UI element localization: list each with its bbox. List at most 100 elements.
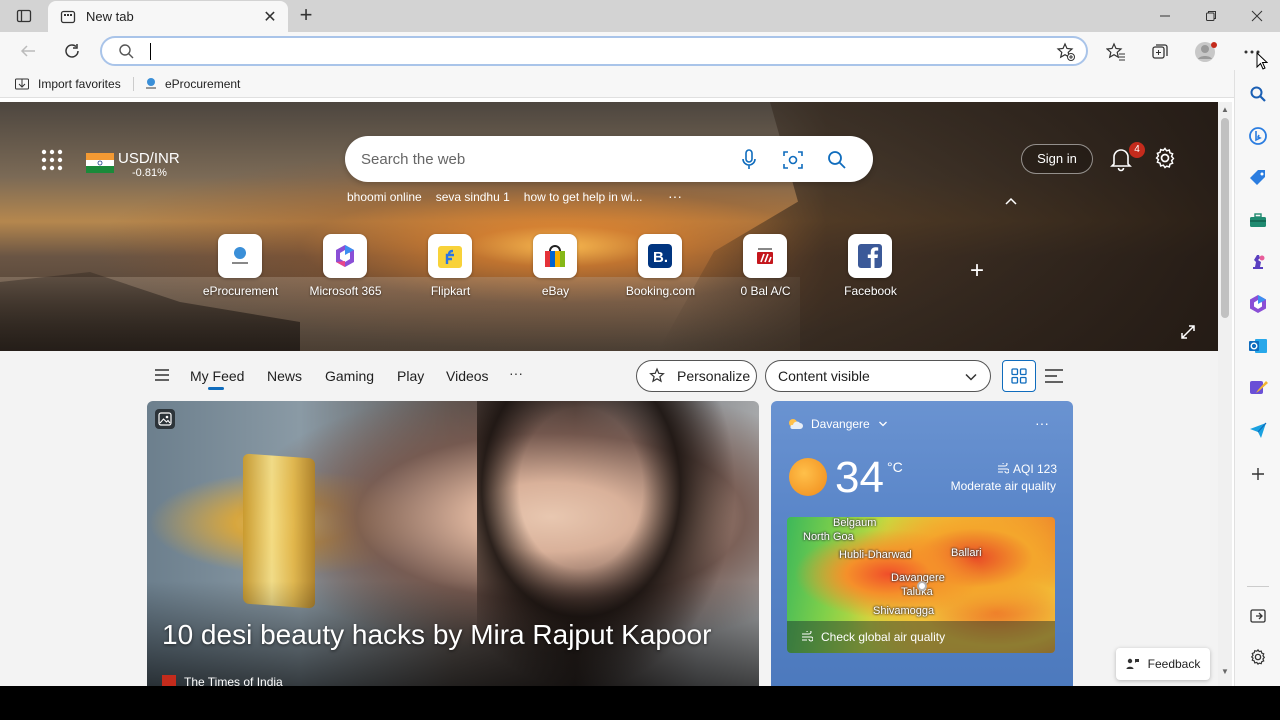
page-settings-button[interactable] <box>1153 146 1177 170</box>
featured-article-card[interactable]: 10 desi beauty hacks by Mira Rajput Kapo… <box>147 401 759 686</box>
quick-link-facebook[interactable]: Facebook <box>818 234 923 304</box>
quick-link-microsoft365[interactable]: Microsoft 365 <box>293 234 398 304</box>
trending-item[interactable]: seva sindhu 1 <box>436 190 510 208</box>
tab-label: New tab <box>86 9 134 24</box>
air-quality-map[interactable]: Belgaum North Goa Hubli-Dharwad Ballari … <box>787 517 1055 653</box>
collapse-links-button[interactable] <box>1003 194 1019 210</box>
menu-button[interactable] <box>154 368 170 382</box>
refresh-button[interactable] <box>56 35 88 67</box>
air-quality-cta[interactable]: Check global air quality <box>787 621 1055 653</box>
grid-view-button[interactable] <box>1002 360 1036 392</box>
weather-location-selector[interactable]: Davangere <box>787 417 888 431</box>
map-city-label: Shivamogga <box>873 605 935 617</box>
restore-button[interactable] <box>1188 0 1234 32</box>
divider <box>133 77 134 91</box>
weather-unit: °C <box>887 459 903 475</box>
visual-search-icon[interactable] <box>781 148 805 172</box>
tab-actions-button[interactable] <box>8 4 40 28</box>
close-window-button[interactable] <box>1234 0 1280 32</box>
panel-collapse-icon <box>1250 609 1266 623</box>
trending-item[interactable]: how to get help in wi... <box>524 190 643 208</box>
scroll-thumb[interactable] <box>1221 118 1229 318</box>
sidebar-hide-button[interactable] <box>1246 604 1270 628</box>
search-icon <box>119 44 134 59</box>
quick-link-label: eBay <box>541 284 570 298</box>
list-icon <box>1045 369 1063 383</box>
sidebar-shopping-button[interactable] <box>1246 166 1270 190</box>
favorite-eprocurement[interactable]: eProcurement <box>145 75 240 93</box>
quick-link-label: eProcurement <box>202 284 279 298</box>
quick-link-ebay[interactable]: eBay <box>503 234 608 304</box>
collections-icon <box>1152 44 1168 59</box>
app-launcher-button[interactable] <box>40 148 64 172</box>
sidebar-outlook-button[interactable] <box>1246 334 1270 358</box>
sidebar-search-button[interactable] <box>1246 82 1270 106</box>
more-tabs-icon[interactable]: ··· <box>509 365 523 381</box>
toolbar <box>0 32 1280 70</box>
back-arrow-icon <box>20 45 35 57</box>
feed-tab-play[interactable]: Play <box>397 368 424 384</box>
microphone-icon[interactable] <box>737 148 761 172</box>
sidebar-bing-chat-button[interactable] <box>1246 124 1270 148</box>
divider <box>1247 586 1269 587</box>
close-tab-icon[interactable]: ✕ <box>260 7 280 27</box>
minimize-button[interactable] <box>1142 0 1188 32</box>
plus-icon <box>1252 468 1264 480</box>
add-favorite-icon[interactable] <box>1056 42 1076 62</box>
search-icon[interactable] <box>825 148 849 172</box>
favorite-import[interactable]: Import favorites <box>14 75 121 93</box>
content-visible-label: Content visible <box>778 368 870 384</box>
feed-tab-gaming[interactable]: Gaming <box>325 368 374 384</box>
quick-link-booking[interactable]: B. Booking.com <box>608 234 713 304</box>
sidebar-designer-button[interactable] <box>1246 376 1270 400</box>
scroll-up-icon[interactable]: ▲ <box>1221 106 1229 114</box>
web-search-box[interactable]: Search the web <box>345 136 873 182</box>
feedback-button[interactable]: Feedback <box>1116 648 1210 680</box>
scroll-down-icon[interactable]: ▼ <box>1221 668 1229 676</box>
personalize-button[interactable]: Personalize <box>636 360 757 392</box>
toolbox-icon <box>1250 213 1266 227</box>
add-quick-link-button[interactable]: + <box>965 259 989 283</box>
page-scrollbar[interactable]: ▲ ▼ <box>1218 102 1232 686</box>
profile-button[interactable] <box>1190 36 1222 68</box>
weather-card[interactable]: Davangere ··· 34 °C AQI 123 Moderate air… <box>771 401 1073 686</box>
sidebar-microsoft365-button[interactable] <box>1246 292 1270 316</box>
minimize-icon <box>1160 15 1170 17</box>
eprocurement-icon <box>232 247 248 264</box>
feed-tab-news[interactable]: News <box>267 368 302 384</box>
feed-tab-my-feed[interactable]: My Feed <box>190 368 244 384</box>
sidebar-games-button[interactable] <box>1246 250 1270 274</box>
address-bar[interactable] <box>100 36 1088 66</box>
weather-temperature: 34 <box>835 453 884 502</box>
quick-link-label: 0 Bal A/C <box>740 284 791 298</box>
sidebar-add-button[interactable] <box>1246 462 1270 486</box>
tab-new-tab[interactable]: New tab ✕ <box>48 1 288 32</box>
quick-link-bank[interactable]: 0 Bal A/C <box>713 234 818 304</box>
content-visibility-dropdown[interactable]: Content visible <box>765 360 991 392</box>
sign-in-button[interactable]: Sign in <box>1021 144 1093 174</box>
favorites-button[interactable] <box>1100 36 1132 68</box>
new-tab-button[interactable]: + <box>294 4 318 28</box>
quick-link-eprocurement[interactable]: eProcurement <box>188 234 293 304</box>
feed-tab-videos[interactable]: Videos <box>446 368 489 384</box>
trending-item[interactable]: bhoomi online <box>347 190 422 208</box>
more-trending-icon[interactable]: ··· <box>668 188 682 204</box>
favorites-star-icon <box>1106 42 1125 61</box>
eprocurement-favicon <box>146 78 156 89</box>
new-tab-favicon-icon <box>60 10 76 23</box>
expand-background-button[interactable] <box>1180 324 1196 340</box>
article-headline[interactable]: 10 desi beauty hacks by Mira Rajput Kapo… <box>162 619 711 651</box>
sidebar-settings-button[interactable] <box>1246 645 1270 669</box>
article-source: The Times of India <box>162 673 283 686</box>
browser-window: New tab ✕ + Import favorites eProcuremen… <box>0 0 1280 686</box>
sidebar-tools-button[interactable] <box>1246 208 1270 232</box>
outlook-icon <box>1249 339 1267 353</box>
back-button[interactable] <box>12 35 44 67</box>
collections-button[interactable] <box>1144 36 1176 68</box>
gear-icon <box>1155 147 1175 169</box>
quick-link-flipkart[interactable]: Flipkart <box>398 234 503 304</box>
sidebar-send-button[interactable] <box>1246 418 1270 442</box>
hero-background: USD/INR -0.81% Search the web bhoomi onl… <box>0 102 1218 352</box>
weather-more-icon[interactable]: ··· <box>1035 415 1049 431</box>
list-view-button[interactable] <box>1044 367 1064 385</box>
